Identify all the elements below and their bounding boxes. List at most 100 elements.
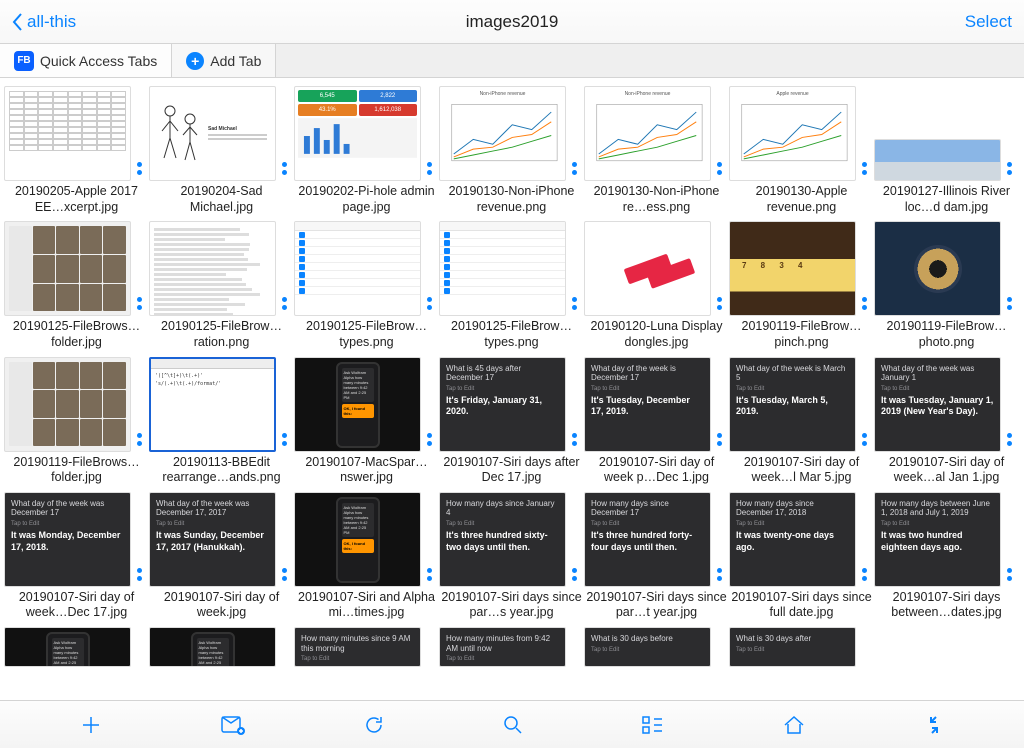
select-button[interactable]: Select <box>965 12 1012 32</box>
file-actions-button[interactable] <box>276 162 292 181</box>
file-item[interactable]: 20190120-Luna Display dongles.jpg <box>584 221 729 350</box>
file-item[interactable]: 20190125-FileBrow…types.png <box>294 221 439 350</box>
file-thumbnail: Non-iPhone revenue <box>439 86 566 181</box>
file-actions-button[interactable] <box>856 433 872 452</box>
file-item[interactable]: 20190125-FileBrow…types.png <box>439 221 584 350</box>
refresh-button[interactable] <box>363 714 385 736</box>
file-item[interactable]: 20190125-FileBrows…folder.jpg <box>4 221 149 350</box>
file-item[interactable]: What day of the week was January 1Tap to… <box>874 357 1019 486</box>
file-actions-button[interactable] <box>276 568 292 587</box>
file-thumbnail: What is 45 days after December 17Tap to … <box>439 357 566 452</box>
file-actions-button[interactable] <box>1001 297 1017 316</box>
file-label: 20190205-Apple 2017 EE…xcerpt.jpg <box>4 181 149 215</box>
back-button[interactable]: all-this <box>12 12 76 32</box>
file-item[interactable]: Non-iPhone revenue20190130-Non-iPhone re… <box>439 86 584 215</box>
file-actions-button[interactable] <box>421 297 437 316</box>
tab-quick-access[interactable]: FB Quick Access Tabs <box>0 44 172 77</box>
file-actions-button[interactable] <box>856 297 872 316</box>
file-actions-button[interactable] <box>131 433 147 452</box>
file-thumbnail: What day of the week is December 17Tap t… <box>584 357 711 452</box>
tab-label: Quick Access Tabs <box>40 53 157 69</box>
tab-bar: FB Quick Access Tabs + Add Tab <box>0 44 1024 78</box>
file-label: 20190204-Sad Michael.jpg <box>149 181 294 215</box>
file-item[interactable]: Ask Wolfram Alpha how many minutes betwe… <box>294 492 439 621</box>
file-item[interactable]: 20190119-FileBrow…photo.png <box>874 221 1019 350</box>
file-item[interactable]: How many days since December 17, 2018Tap… <box>729 492 874 621</box>
file-item[interactable]: What day of the week is December 17Tap t… <box>584 357 729 486</box>
file-actions-button[interactable] <box>711 433 727 452</box>
app-icon: FB <box>14 51 34 71</box>
file-actions-button[interactable] <box>566 568 582 587</box>
file-item[interactable]: How many minutes since 9 AM this morning… <box>294 627 439 667</box>
file-item[interactable]: What is 30 days afterTap to Edit <box>729 627 874 667</box>
file-actions-button[interactable] <box>566 433 582 452</box>
file-thumbnail <box>4 86 131 181</box>
file-item[interactable]: 20190125-FileBrow…ration.png <box>149 221 294 350</box>
file-actions-button[interactable] <box>856 162 872 181</box>
bookmark-add-button[interactable] <box>220 714 246 736</box>
file-actions-button[interactable] <box>421 568 437 587</box>
file-item[interactable]: 6,5452,82243.1%1,612,03820190202-Pi-hole… <box>294 86 439 215</box>
file-actions-button[interactable] <box>1001 162 1017 181</box>
chevron-left-icon <box>12 13 23 31</box>
file-label: 20190107-Siri day of week.jpg <box>149 587 294 621</box>
file-actions-button[interactable] <box>421 162 437 181</box>
collapse-button[interactable] <box>923 714 945 736</box>
file-label: 20190107-Siri days after Dec 17.jpg <box>439 452 584 486</box>
home-button[interactable] <box>782 714 806 736</box>
file-label: 20190107-Siri days since par…s year.jpg <box>439 587 584 621</box>
file-item[interactable]: 20190205-Apple 2017 EE…xcerpt.jpg <box>4 86 149 215</box>
file-item[interactable]: What day of the week was December 17Tap … <box>4 492 149 621</box>
file-actions-button[interactable] <box>711 297 727 316</box>
file-item[interactable]: How many minutes from 9:42 AM until nowT… <box>439 627 584 667</box>
file-actions-button[interactable] <box>131 297 147 316</box>
file-item[interactable]: 20190127-Illinois River loc…d dam.jpg <box>874 86 1019 215</box>
file-item[interactable]: What day of the week is March 5Tap to Ed… <box>729 357 874 486</box>
file-thumbnail: What day of the week was January 1Tap to… <box>874 357 1001 452</box>
file-actions-button[interactable] <box>1001 433 1017 452</box>
file-thumbnail: Ask Wolfram Alpha how many minutes betwe… <box>149 627 276 667</box>
file-thumbnail <box>294 221 421 316</box>
file-item[interactable]: How many days since December 17Tap to Ed… <box>584 492 729 621</box>
file-actions-button[interactable] <box>711 162 727 181</box>
file-actions-button[interactable] <box>131 568 147 587</box>
file-item[interactable]: Non-iPhone revenue20190130-Non-iPhone re… <box>584 86 729 215</box>
tab-label: Add Tab <box>210 53 261 69</box>
file-item[interactable]: Apple revenue20190130-Apple revenue.png <box>729 86 874 215</box>
file-item[interactable]: Ask Wolfram Alpha how many minutes betwe… <box>149 627 294 667</box>
file-label: 20190127-Illinois River loc…d dam.jpg <box>874 181 1019 215</box>
file-item[interactable]: '([^\t]+)\t(.+)''s/(.+)\t(.+)/format/'20… <box>149 357 294 486</box>
file-item[interactable]: 20190119-FileBrows…folder.jpg <box>4 357 149 486</box>
file-thumbnail: What day of the week is March 5Tap to Ed… <box>729 357 856 452</box>
file-actions-button[interactable] <box>856 568 872 587</box>
file-actions-button[interactable] <box>711 568 727 587</box>
file-label: 20190125-FileBrow…types.png <box>294 316 439 350</box>
file-actions-button[interactable] <box>1001 568 1017 587</box>
file-item[interactable]: How many days since January 4Tap to Edit… <box>439 492 584 621</box>
file-item[interactable]: What is 30 days beforeTap to Edit <box>584 627 729 667</box>
file-label: 20190107-Siri day of week p…Dec 1.jpg <box>584 452 729 486</box>
file-item[interactable]: What day of the week was December 17, 20… <box>149 492 294 621</box>
file-item[interactable]: 7 8 3 420190119-FileBrow…pinch.png <box>729 221 874 350</box>
file-actions-button[interactable] <box>131 162 147 181</box>
file-label: 20190119-FileBrow…photo.png <box>874 316 1019 350</box>
file-label: 20190125-FileBrow…types.png <box>439 316 584 350</box>
file-label: 20190107-Siri day of week…al Jan 1.jpg <box>874 452 1019 486</box>
file-item[interactable]: Ask Wolfram Alpha how many minutes betwe… <box>294 357 439 486</box>
file-item[interactable]: Sad Michael20190204-Sad Michael.jpg <box>149 86 294 215</box>
add-button[interactable] <box>79 713 103 737</box>
file-item[interactable]: Ask Wolfram Alpha how many minutes betwe… <box>4 627 149 667</box>
file-actions-button[interactable] <box>421 433 437 452</box>
file-label: 20190202-Pi-hole admin page.jpg <box>294 181 439 215</box>
file-actions-button[interactable] <box>566 162 582 181</box>
file-actions-button[interactable] <box>276 433 292 452</box>
file-thumbnail: How many days since December 17Tap to Ed… <box>584 492 711 587</box>
tab-add[interactable]: + Add Tab <box>172 44 276 77</box>
file-actions-button[interactable] <box>566 297 582 316</box>
file-thumbnail: Ask Wolfram Alpha how many minutes betwe… <box>294 357 421 452</box>
file-actions-button[interactable] <box>276 297 292 316</box>
search-button[interactable] <box>502 714 524 736</box>
sort-button[interactable] <box>641 714 665 736</box>
file-item[interactable]: How many days between June 1, 2018 and J… <box>874 492 1019 621</box>
file-item[interactable]: What is 45 days after December 17Tap to … <box>439 357 584 486</box>
